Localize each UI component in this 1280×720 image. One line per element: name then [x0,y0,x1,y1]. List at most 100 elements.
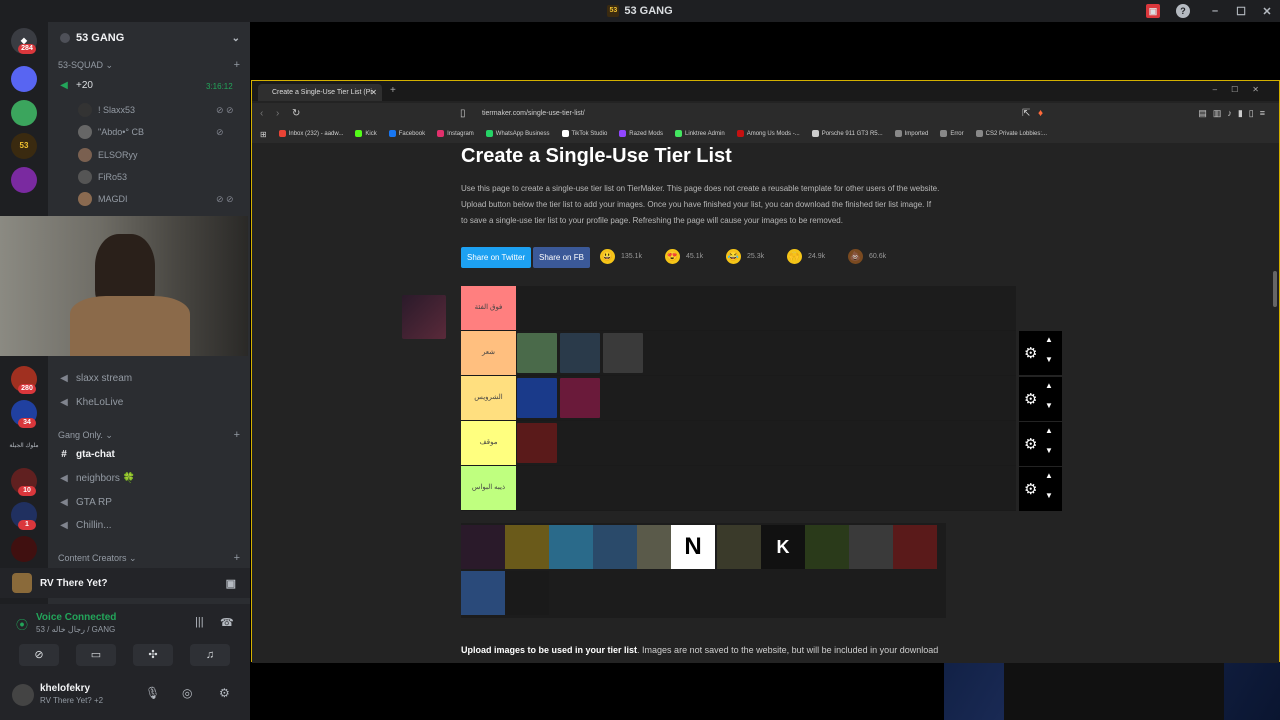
reaction-love[interactable]: 😍 45.1k [665,249,703,264]
reload-icon[interactable]: ↻ [292,108,300,119]
guild-53-icon[interactable]: 53 [11,133,37,159]
guild-icon[interactable] [11,536,37,562]
gear-icon[interactable]: ⚙ [1024,435,1037,453]
voice-user[interactable]: FiRo53 [78,170,127,184]
bookmark-item[interactable]: Inbox (232) - aadw... [278,130,343,138]
voice-channel-neighbors[interactable]: ◀ neighbors 🍀 [58,473,135,484]
bookmark-item[interactable]: TikTok Studio [561,130,607,138]
voice-channel-slaxx[interactable]: ◀ slaxx stream [58,373,132,384]
tier-image[interactable] [517,333,557,373]
gear-icon[interactable]: ⚙ [1024,480,1037,498]
url-field[interactable]: tiermaker.com/single-use-tier-list/ [472,106,1052,122]
close-tab-icon[interactable]: ✕ [370,84,377,101]
bookmark-item[interactable]: Porsche 911 GT3 R5... [811,130,883,138]
voice-user[interactable]: ELSORyy [78,148,138,162]
pool-image[interactable]: K [761,525,805,569]
voice-channel-chillin[interactable]: ◀ Chillin... [58,520,111,531]
activity-popout-icon[interactable]: ▣ [226,577,236,590]
bookmark-item[interactable]: Error [940,130,964,138]
reaction-happy[interactable]: 😃 135.1k [600,249,642,264]
activity-panel[interactable]: RV There Yet? ▣ [0,568,250,598]
soundboard-button[interactable]: ♫ [190,644,230,666]
activities-button[interactable]: ✣ [133,644,173,666]
pool-image[interactable] [717,525,761,569]
voice-channel-main[interactable]: ◀ +20 [58,80,93,91]
category-content-creators[interactable]: Content Creators ⌄ [58,553,137,564]
pool-image[interactable] [505,571,549,615]
brave-shield-icon[interactable]: ♦ [1038,108,1043,119]
pool-image[interactable] [461,571,505,615]
share-fb-button[interactable]: Share on FB [533,247,590,268]
move-up-icon[interactable]: ▲ [1045,335,1053,344]
tier-label[interactable]: ذيبه البواس [461,466,516,510]
move-down-icon[interactable]: ▼ [1045,355,1053,364]
inbox-icon[interactable]: ▣ [1146,4,1160,18]
move-down-icon[interactable]: ▼ [1045,401,1053,410]
share-twitter-button[interactable]: Share on Twitter [461,247,532,268]
dragged-tier-image[interactable] [402,295,446,339]
close-icon[interactable]: ✕ [1254,5,1280,18]
text-channel-gta-chat[interactable]: # gta-chat [58,449,115,460]
bookmark-item[interactable]: Linktree Admin [674,130,725,138]
apps-icon[interactable]: ⊞ [260,130,267,139]
bookmark-icon[interactable]: ▯ [460,108,466,119]
forward-icon[interactable]: › [276,108,279,119]
gear-icon[interactable]: ⚙ [1024,344,1037,362]
tier-label[interactable]: موقف [461,421,516,465]
pool-image[interactable] [849,525,893,569]
pool-image[interactable] [593,525,637,569]
tier-image[interactable] [603,333,643,373]
server-header[interactable]: 53 GANG ⌄ [48,22,250,54]
move-down-icon[interactable]: ▼ [1045,446,1053,455]
tier-image[interactable] [517,423,557,463]
bookmark-item[interactable]: CS2 Private Lobbies:... [975,130,1047,138]
voice-user[interactable]: MAGDI ⊘ ⊘ [78,192,234,206]
category-53-squad[interactable]: 53-SQUAD ⌄ [58,60,113,71]
page-scrollbar[interactable] [1273,271,1277,307]
move-down-icon[interactable]: ▼ [1045,491,1053,500]
voice-channel-gta-rp[interactable]: ◀ GTA RP [58,497,112,508]
bookmark-item[interactable]: Facebook [388,130,425,138]
gear-icon[interactable]: ⚙ [1024,390,1037,408]
bookmark-item[interactable]: Among Us Mods -... [736,130,800,138]
move-up-icon[interactable]: ▲ [1045,471,1053,480]
reaction-poop[interactable]: 💩 60.6k [848,249,886,264]
guild-icon[interactable] [11,100,37,126]
camera-button[interactable]: ⊘ [19,644,59,666]
tier-label[interactable]: شعر [461,331,516,375]
screen-share-button[interactable]: ▭ [76,644,116,666]
tier-image[interactable] [517,378,557,418]
add-channel-icon[interactable]: + [234,429,240,441]
browser-window-controls[interactable]: –☐✕ [1213,85,1273,94]
move-up-icon[interactable]: ▲ [1045,381,1053,390]
signal-icon[interactable]: ⦿ [16,616,28,633]
maximize-icon[interactable]: ☐ [1228,5,1254,18]
reaction-laugh[interactable]: 😂 25.3k [726,249,764,264]
bookmark-item[interactable]: WhatsApp Business [485,130,550,138]
pool-image[interactable]: N [671,525,715,569]
voice-user[interactable]: "Abdo•° CB ⊘ [78,125,224,139]
reaction-hands[interactable]: 🙌 24.9k [787,249,825,264]
tier-image[interactable] [560,378,600,418]
pool-image[interactable] [505,525,549,569]
add-channel-icon[interactable]: + [234,59,240,71]
move-up-icon[interactable]: ▲ [1045,426,1053,435]
pool-image[interactable] [805,525,849,569]
pool-image[interactable] [461,525,505,569]
bookmark-item[interactable]: Razed Mods [619,130,663,138]
voice-channel-khelolive[interactable]: ◀ KheLoLive [58,397,123,408]
tier-label[interactable]: فوق الفئة [461,286,516,330]
browser-tab[interactable]: Create a Single-Use Tier List (Pi ✕ [258,84,382,101]
voice-channel-path[interactable]: 53 / رجال خاله / GANG [36,625,115,634]
gear-icon[interactable]: ⚙ [219,686,230,700]
headphones-icon[interactable]: ◎ [182,686,192,700]
noise-suppression-icon[interactable]: ||| [195,616,204,628]
pool-image[interactable] [893,525,937,569]
username[interactable]: khelofekry [40,683,90,694]
help-icon[interactable]: ? [1176,4,1190,18]
tier-label[interactable]: الشرويس [461,376,516,420]
new-tab-icon[interactable]: + [390,85,396,96]
add-channel-icon[interactable]: + [234,552,240,564]
minimize-icon[interactable]: – [1202,5,1228,17]
avatar[interactable] [12,684,34,706]
